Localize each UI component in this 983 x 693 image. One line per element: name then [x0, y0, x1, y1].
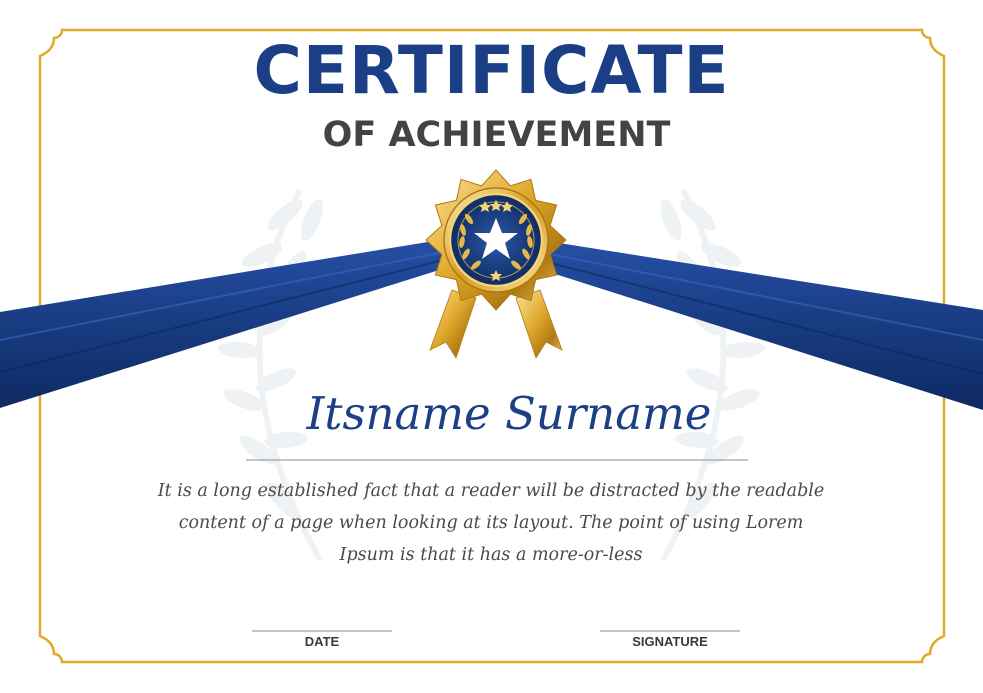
certificate-body-text: It is a long established fact that a rea…: [157, 481, 825, 565]
blue-ribbon-left: [0, 240, 452, 408]
signature-label: SIGNATURE: [632, 634, 708, 649]
gold-seal-badge: [425, 169, 567, 311]
recipient-name: Itsname Surname: [306, 387, 712, 440]
certificate-subtitle: OF ACHIEVEMENT: [322, 115, 671, 155]
certificate-title: CERTIFICATE: [253, 32, 730, 109]
date-label: DATE: [304, 634, 340, 649]
certificate-page: CERTIFICATE OF ACHIEVEMENT Itsname Surna…: [0, 0, 983, 693]
